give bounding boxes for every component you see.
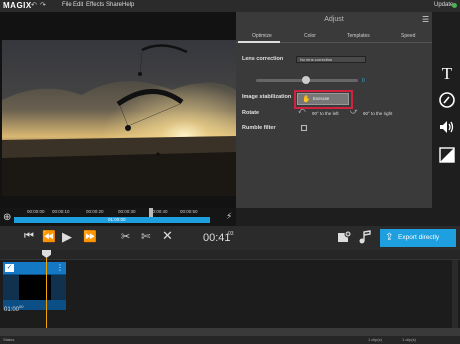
- zoom-icon[interactable]: ⊕: [3, 212, 11, 223]
- hamburger-menu-icon[interactable]: ☰: [422, 15, 429, 24]
- tab-optimize[interactable]: Optimize: [252, 33, 272, 39]
- rotate-left-label[interactable]: 90° to the left: [312, 111, 339, 116]
- lens-slider-value: 0: [362, 78, 365, 84]
- horizontal-scrollbar[interactable]: [0, 328, 460, 336]
- lens-correction-select[interactable]: No lens correction: [296, 56, 366, 63]
- ruler-tick-20: 00:00:20: [86, 209, 104, 214]
- tab-speed[interactable]: Speed: [401, 33, 415, 39]
- export-icon: ⇪: [385, 232, 394, 243]
- menu-help[interactable]: Help: [122, 2, 134, 8]
- menu-edit[interactable]: Edit: [73, 2, 83, 8]
- fast-forward-icon[interactable]: ⏩: [83, 230, 97, 243]
- execute-button[interactable]: ✋ Execute: [297, 93, 349, 105]
- ruler-tick-10: 00:00:10: [52, 209, 70, 214]
- ruler-range-label: 01:00:00: [108, 217, 126, 222]
- clip-more-icon[interactable]: ⋮: [56, 263, 64, 272]
- status-left: Status: [3, 337, 15, 342]
- image-stabilization-label: Image stabilization: [242, 94, 292, 100]
- status-middle: 1 clip(s): [368, 337, 383, 342]
- scissors-icon[interactable]: ✂: [121, 230, 130, 243]
- redo-icon[interactable]: ↷: [40, 1, 46, 9]
- ruler-tick-50: 00:00:50: [180, 209, 198, 214]
- rotate-right-icon[interactable]: ⤻: [350, 108, 357, 116]
- status-bar: [0, 336, 460, 344]
- ruler-tick-30: 00:00:30: [118, 209, 136, 214]
- tab-color[interactable]: Color: [304, 33, 316, 39]
- text-icon[interactable]: T: [438, 64, 456, 84]
- export-label: Export directly: [398, 234, 440, 241]
- fade-icon[interactable]: [438, 146, 456, 169]
- effects-dial-icon[interactable]: [438, 91, 456, 114]
- clip-duration-frames: 00: [19, 304, 24, 309]
- rumble-filter-checkbox[interactable]: [301, 125, 307, 131]
- timecode-display: 00:41: [203, 232, 231, 244]
- update-link[interactable]: Update: [434, 2, 453, 8]
- menu-effects[interactable]: Effects: [86, 2, 104, 8]
- video-preview[interactable]: [2, 40, 236, 196]
- rewind-icon[interactable]: ⏪: [42, 230, 56, 243]
- lens-slider-thumb[interactable]: [302, 76, 310, 84]
- hand-icon: ✋: [302, 96, 311, 103]
- app-logo: MAGIX: [3, 1, 32, 10]
- cut-tool-icon[interactable]: ✄: [141, 230, 150, 243]
- rumble-filter-label: Rumble filter: [242, 125, 276, 131]
- skip-start-icon[interactable]: ⏮: [24, 230, 34, 243]
- adjust-panel: Adjust ☰ Optimize Color Templates Speed …: [236, 12, 432, 208]
- update-status-dot: [452, 3, 457, 8]
- menu-file[interactable]: File: [62, 2, 72, 8]
- playhead[interactable]: [46, 258, 47, 332]
- active-tab-indicator: [238, 41, 280, 43]
- audio-icon[interactable]: [438, 118, 456, 141]
- menu-share[interactable]: Share: [106, 2, 122, 8]
- adjust-title: Adjust: [324, 16, 344, 23]
- flash-icon[interactable]: ⚡: [226, 211, 232, 222]
- add-media-icon[interactable]: [337, 230, 352, 247]
- lens-correction-label: Lens correction: [242, 56, 284, 62]
- play-icon[interactable]: ▶: [62, 229, 72, 245]
- vertical-scrollbar[interactable]: [452, 260, 458, 328]
- timecode-frames: 03: [228, 231, 234, 237]
- rotate-right-label[interactable]: 90° to the right: [363, 111, 392, 116]
- add-music-icon[interactable]: [358, 230, 372, 247]
- undo-icon[interactable]: ↶: [31, 1, 37, 9]
- clip-checkbox-icon[interactable]: ✓: [5, 264, 14, 272]
- status-right: 1 clip(s): [402, 337, 417, 342]
- clip-duration: 01:0000: [4, 304, 23, 313]
- rotate-left-icon[interactable]: ⤺: [298, 108, 305, 116]
- clip-duration-value: 01:00: [4, 307, 20, 313]
- execute-label: Execute: [313, 96, 330, 101]
- delete-icon[interactable]: ✕: [162, 228, 173, 244]
- ruler-position-marker[interactable]: [149, 208, 153, 217]
- ruler-tick-0: 00:00:00: [27, 209, 45, 214]
- rotate-label: Rotate: [242, 110, 260, 116]
- timeline-ruler[interactable]: [0, 250, 460, 260]
- export-directly-button[interactable]: ⇪ Export directly: [380, 229, 456, 247]
- clip-thumbnail: [3, 275, 66, 300]
- tab-templates[interactable]: Templates: [347, 33, 370, 39]
